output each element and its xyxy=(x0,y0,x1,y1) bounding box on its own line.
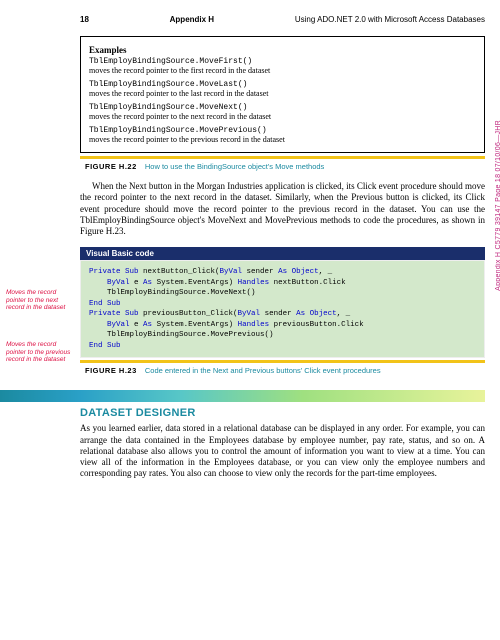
body-paragraph-2: As you learned earlier, data stored in a… xyxy=(80,423,485,479)
page-header: 18 Appendix H Using ADO.NET 2.0 with Mic… xyxy=(80,15,485,24)
example-code: TblEmployBindingSource.MoveNext() xyxy=(89,103,476,112)
annotation-previous: Moves the record pointer to the previous… xyxy=(6,341,81,363)
figure-label: FIGURE H.22 xyxy=(85,162,137,171)
examples-box: Examples TblEmployBindingSource.MoveFirs… xyxy=(80,36,485,153)
vb-code-header: Visual Basic code xyxy=(80,247,485,260)
example-code: TblEmployBindingSource.MoveFirst() xyxy=(89,57,476,66)
figure-label: FIGURE H.23 xyxy=(85,366,137,375)
header-title: Using ADO.NET 2.0 with Microsoft Access … xyxy=(295,15,485,24)
figure-caption-h23: FIGURE H.23 Code entered in the Next and… xyxy=(80,366,485,375)
section-divider-bar xyxy=(80,390,485,402)
body-paragraph-1: When the Next button in the Morgan Indus… xyxy=(80,181,485,237)
example-code: TblEmployBindingSource.MoveLast() xyxy=(89,80,476,89)
annotation-next: Moves the record pointer to the next rec… xyxy=(6,289,81,311)
code-listing: Moves the record pointer to the next rec… xyxy=(80,260,485,358)
example-desc: moves the record pointer to the last rec… xyxy=(89,89,476,98)
example-desc: moves the record pointer to the previous… xyxy=(89,135,476,144)
appendix-label: Appendix H xyxy=(170,15,214,24)
divider-yellow xyxy=(80,360,485,363)
section-title-dataset-designer: DATASET DESIGNER xyxy=(80,407,485,419)
figure-text: How to use the BindingSource object's Mo… xyxy=(145,162,324,171)
page-number: 18 xyxy=(80,15,89,24)
imprint-sidebar: Appendix H C5779 39147 Page 18 07/10/06—… xyxy=(495,120,500,291)
figure-text: Code entered in the Next and Previous bu… xyxy=(145,366,381,375)
example-desc: moves the record pointer to the first re… xyxy=(89,66,476,75)
divider-yellow xyxy=(80,156,485,159)
figure-caption-h22: FIGURE H.22 How to use the BindingSource… xyxy=(80,162,485,171)
examples-heading: Examples xyxy=(89,45,476,55)
example-code: TblEmployBindingSource.MovePrevious() xyxy=(89,126,476,135)
example-desc: moves the record pointer to the next rec… xyxy=(89,112,476,121)
